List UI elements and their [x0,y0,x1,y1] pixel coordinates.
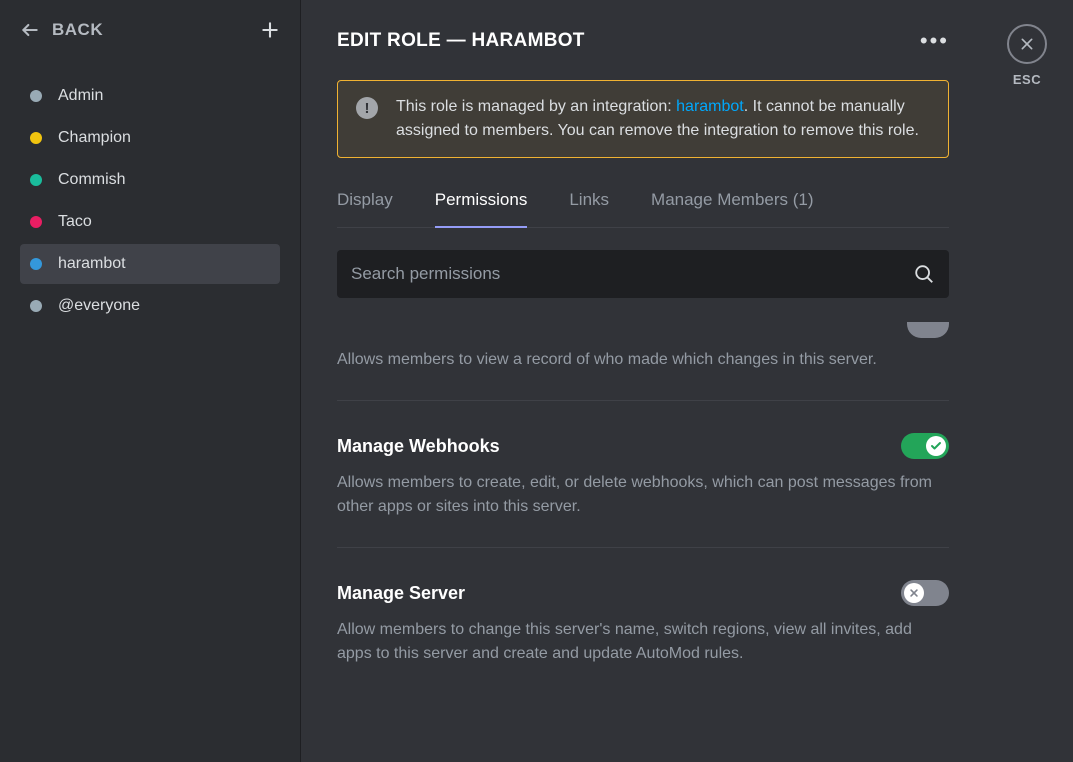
permission-desc: Allow members to change this server's na… [337,618,949,666]
toggle-partial[interactable] [907,322,949,338]
x-icon [904,583,924,603]
page-title: EDIT ROLE — HARAMBOT [337,30,585,52]
role-name: Commish [58,171,126,189]
role-item[interactable]: Champion [20,118,280,158]
back-button[interactable]: BACK [20,20,103,40]
tab-display[interactable]: Display [337,190,393,228]
role-color-dot [30,90,42,102]
warning-link[interactable]: harambot [676,98,744,115]
role-color-dot [30,174,42,186]
sidebar-header: BACK [12,20,288,58]
close-icon [1019,36,1035,52]
warning-prefix: This role is managed by an integration: [396,98,676,115]
partial-permission-desc: Allows members to view a record of who m… [337,348,949,372]
close-button[interactable] [1007,24,1047,64]
permission-toggle[interactable] [901,580,949,606]
role-name: @everyone [58,297,140,315]
role-color-dot [30,300,42,312]
content-column: EDIT ROLE — HARAMBOT ••• ! This role is … [337,0,981,762]
permission-toggle[interactable] [901,433,949,459]
warning-icon: ! [356,97,378,119]
permission-title: Manage Server [337,583,465,604]
warning-text: This role is managed by an integration: … [396,95,930,143]
role-color-dot [30,216,42,228]
tab-manage-members[interactable]: Manage Members (1) [651,190,814,228]
role-color-dot [30,132,42,144]
arrow-left-icon [20,20,40,40]
search-icon [913,263,935,285]
role-item[interactable]: Taco [20,202,280,242]
esc-label: ESC [1013,72,1041,87]
role-item[interactable]: Admin [20,76,280,116]
integration-warning: ! This role is managed by an integration… [337,80,949,158]
permission-item: Manage Server Allow members to change thi… [337,570,949,694]
permission-desc: Allows members to create, edit, or delet… [337,471,949,519]
page-header: EDIT ROLE — HARAMBOT ••• [337,28,981,74]
check-icon [926,436,946,456]
main-panel: EDIT ROLE — HARAMBOT ••• ! This role is … [301,0,1073,762]
role-item[interactable]: Commish [20,160,280,200]
tabs: Display Permissions Links Manage Members… [337,190,949,228]
permission-title: Manage Webhooks [337,436,500,457]
plus-icon[interactable] [260,20,280,40]
tab-permissions[interactable]: Permissions [435,190,528,228]
role-color-dot [30,258,42,270]
permissions-list: Allows members to view a record of who m… [337,322,949,716]
role-name: harambot [58,255,126,273]
search-wrap [337,250,949,298]
role-item[interactable]: harambot [20,244,280,284]
more-options-icon[interactable]: ••• [920,28,981,54]
tab-links[interactable]: Links [569,190,609,228]
partial-permission-row: Allows members to view a record of who m… [337,322,949,401]
role-name: Taco [58,213,92,231]
role-name: Admin [58,87,103,105]
roles-sidebar: BACK Admin Champion Commish Taco harambot @ev… [0,0,301,762]
permission-item: Manage Webhooks Allows members to create,… [337,423,949,548]
role-list: Admin Champion Commish Taco harambot @everyon… [12,76,288,326]
back-label: BACK [52,20,103,40]
close-column: ESC [981,0,1073,762]
role-name: Champion [58,129,131,147]
search-input[interactable] [351,264,913,284]
role-item[interactable]: @everyone [20,286,280,326]
